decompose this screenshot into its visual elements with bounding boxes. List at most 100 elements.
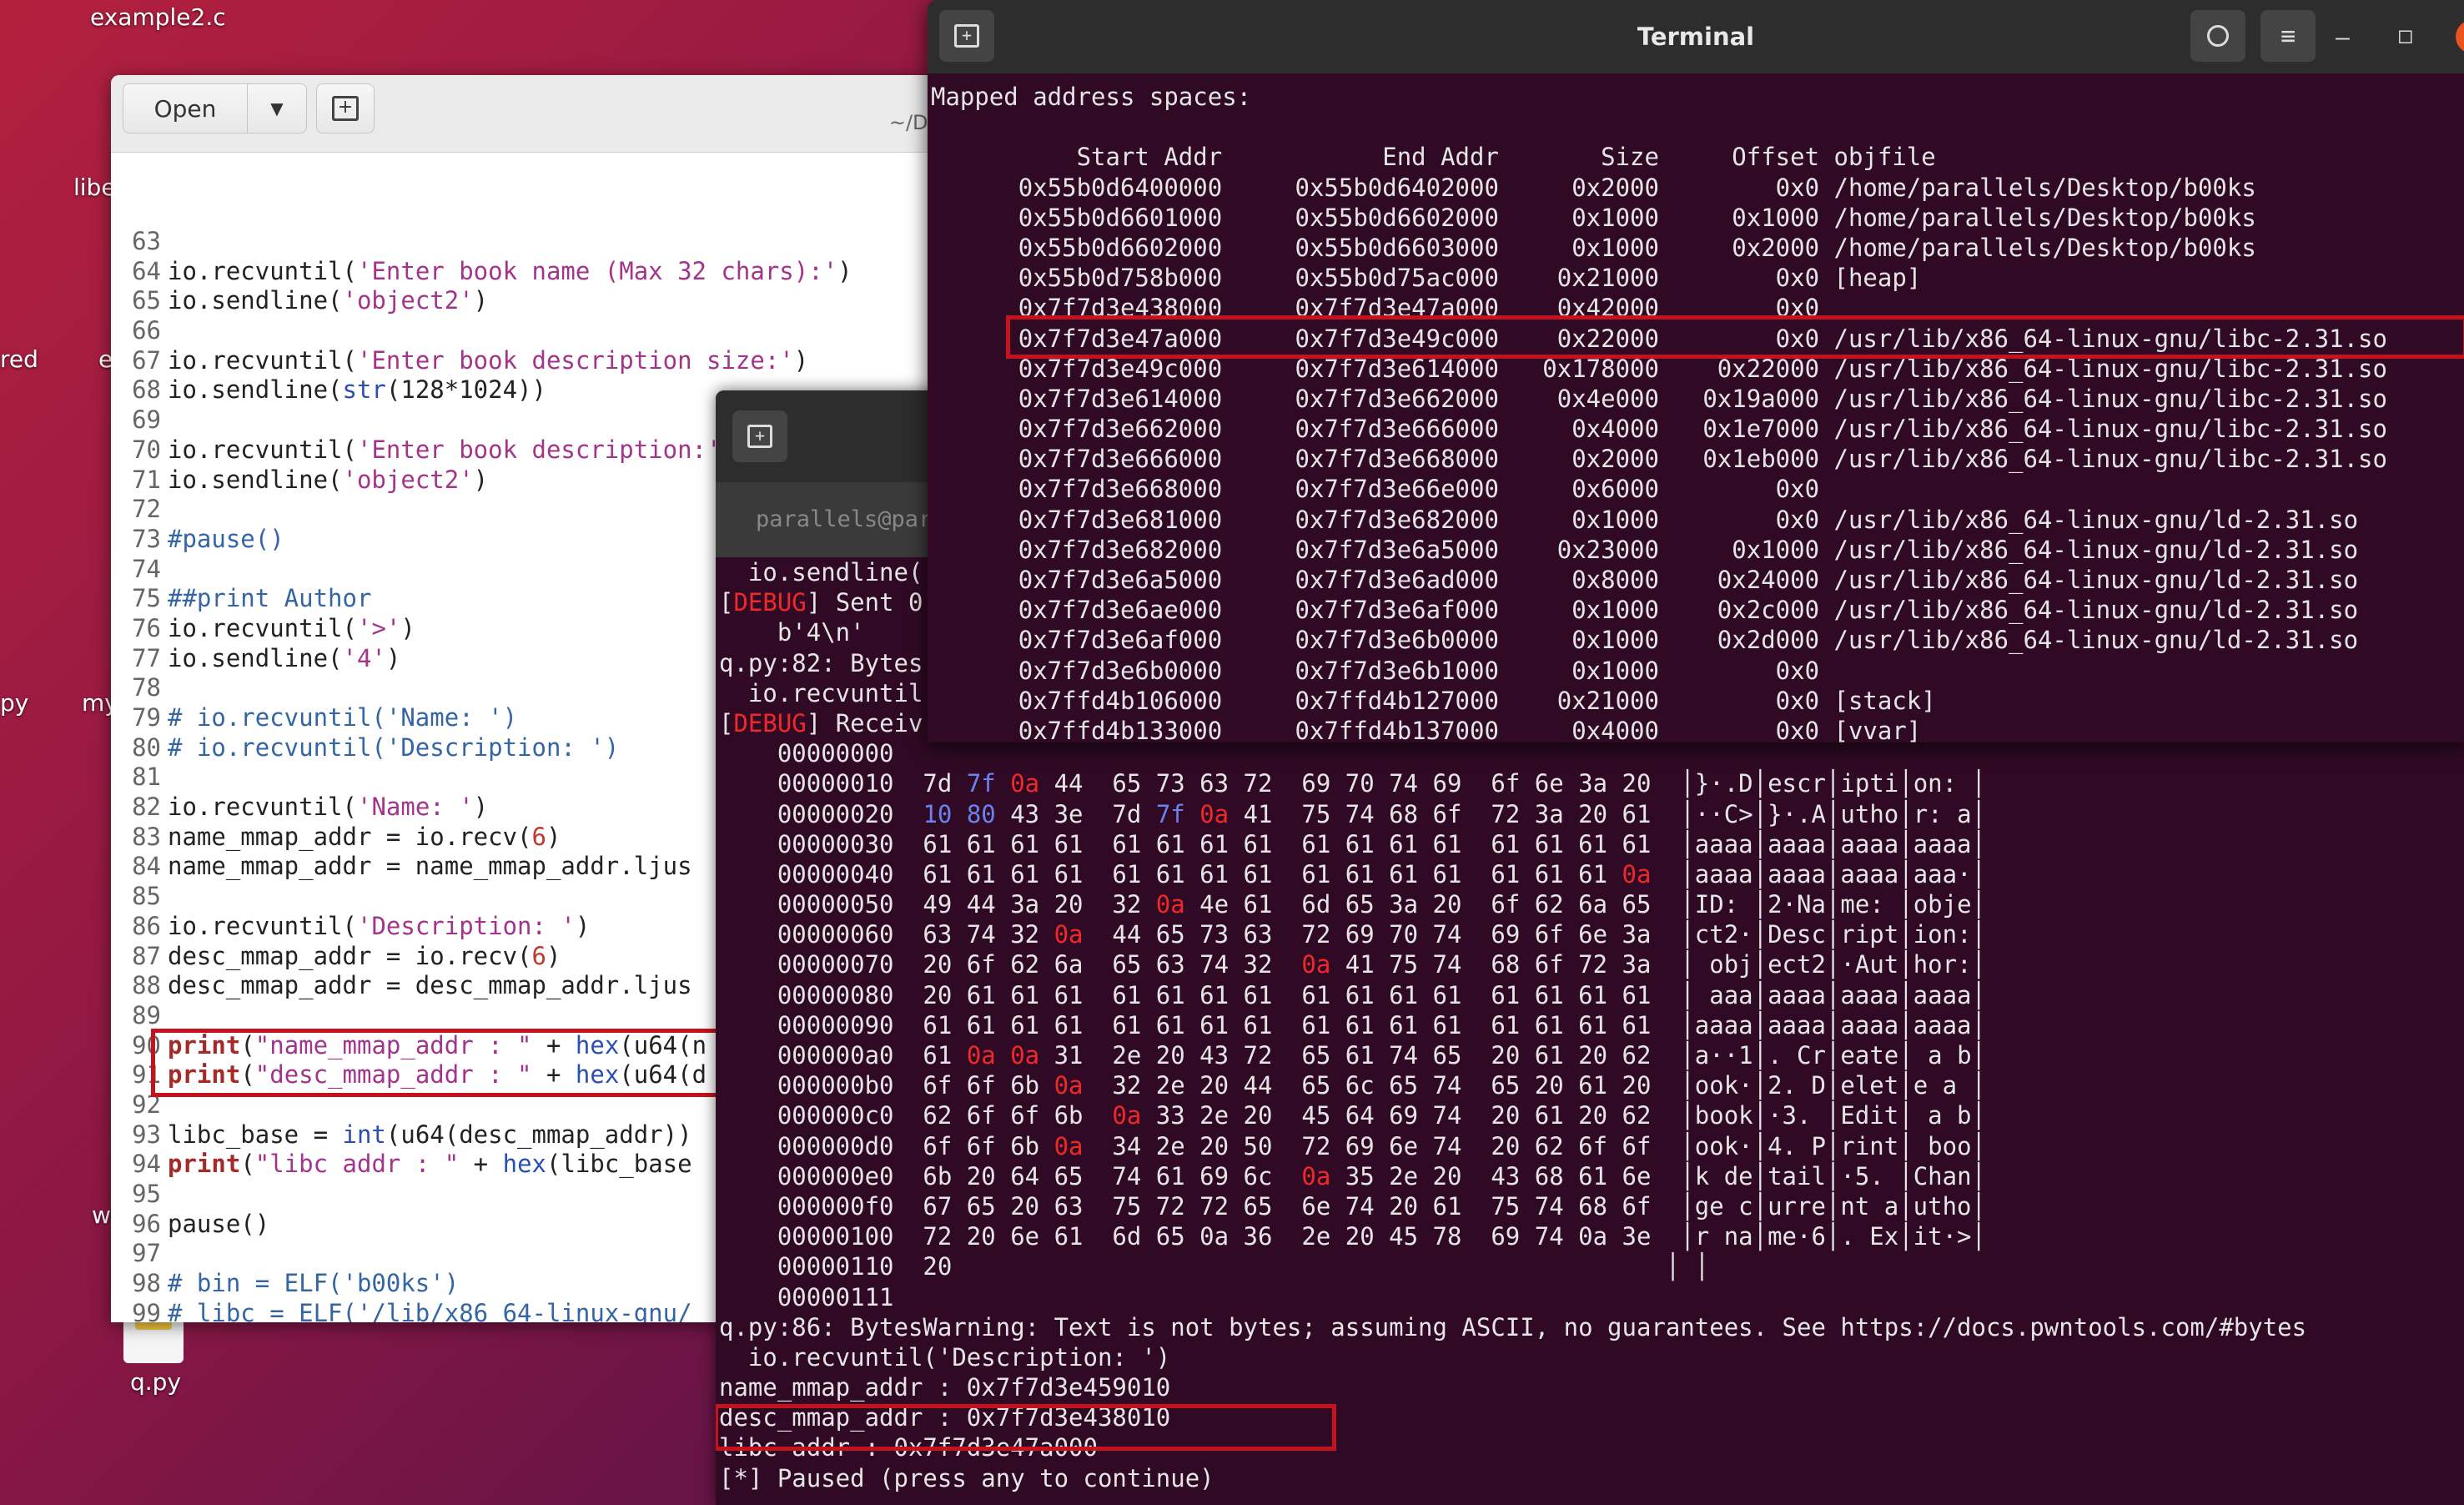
terminal-line: Start Addr End Addr Size Offset objfile xyxy=(931,143,1936,172)
code-text: io.sendline('4') xyxy=(168,643,401,672)
line-number: 84 xyxy=(132,852,161,881)
terminal-front-header: + Terminal ≡ – □ xyxy=(928,0,2464,73)
code-text: desc_mmap_addr = io.recv(6) xyxy=(168,941,561,970)
line-number: 88 xyxy=(132,971,161,1000)
terminal-line: 00000020 10 80 43 3e 7d 7f 0a 41 75 74 6… xyxy=(719,799,1987,828)
line-number: 68 xyxy=(132,375,161,405)
terminal-line: 000000d0 6f 6f 6b 0a 34 2e 20 50 72 69 6… xyxy=(719,1131,1986,1160)
terminal-line: 0x7ffd4b133000 0x7ffd4b137000 0x4000 0x0… xyxy=(931,716,1922,742)
line-number: 69 xyxy=(132,405,161,435)
code-text: io.sendline(str(128*1024)) xyxy=(168,375,546,405)
code-text: # io.recvuntil('Description: ') xyxy=(168,732,620,762)
terminal-line: 000000c0 62 6f 6f 6b 0a 33 2e 20 45 64 6… xyxy=(719,1101,1986,1130)
minimize-icon[interactable]: – xyxy=(2336,23,2350,51)
desktop-file-qpy[interactable]: q.py xyxy=(130,1368,181,1396)
code-text: io.recvuntil('Name: ') xyxy=(168,793,489,822)
terminal-line: 00000030 61 61 61 61 61 61 61 61 61 61 6… xyxy=(719,829,1986,858)
new-tab-icon: + xyxy=(332,96,359,121)
code-line: 63 xyxy=(111,227,1012,257)
terminal-line: 0x55b0d6400000 0x55b0d6402000 0x2000 0x0… xyxy=(931,173,2256,202)
code-text: name_mmap_addr = name_mmap_addr.ljus xyxy=(168,852,692,881)
code-text: io.recvuntil('>') xyxy=(168,613,415,642)
line-number: 64 xyxy=(132,256,161,285)
code-line: 67 io.recvuntil('Enter book description s… xyxy=(111,346,1012,376)
terminal-line: 00000070 20 6f 62 6a 65 63 74 32 0a 41 7… xyxy=(719,950,1986,979)
line-number: 66 xyxy=(132,316,161,345)
maximize-icon[interactable]: □ xyxy=(2399,23,2412,48)
menu-button[interactable]: ≡ xyxy=(2260,10,2316,62)
terminal-line: 0x7f7d3e614000 0x7f7d3e662000 0x4e000 0x… xyxy=(931,384,2387,413)
terminal-line: name_mmap_addr : 0x7f7d3e459010 xyxy=(719,1373,1171,1402)
code-text: io.recvuntil('Enter book name (Max 32 ch… xyxy=(168,256,852,285)
line-number: 70 xyxy=(132,435,161,464)
code-text: desc_mmap_addr = desc_mmap_addr.ljus xyxy=(168,971,692,1000)
line-number: 77 xyxy=(132,643,161,672)
search-icon xyxy=(2207,25,2229,47)
desktop-file-example2c[interactable]: example2.c xyxy=(90,3,226,31)
open-dropdown-button[interactable]: ▼ xyxy=(247,83,307,133)
gedit-header: Open ▼ + q.py ~/Desktop xyxy=(111,75,1012,153)
terminal-line: 0x7f7d3e668000 0x7f7d3e66e000 0x6000 0x0 xyxy=(931,475,1820,504)
terminal-front-window: + Terminal ≡ – □ Mapped address spaces: … xyxy=(928,0,2464,742)
line-number: 72 xyxy=(132,495,161,524)
code-text: # bin = ELF('b00ks') xyxy=(168,1269,460,1298)
terminal-line: 0x7f7d3e6a5000 0x7f7d3e6ad000 0x8000 0x2… xyxy=(931,566,2359,594)
line-number: 75 xyxy=(132,584,161,613)
terminal-line: 0x7f7d3e681000 0x7f7d3e682000 0x1000 0x0… xyxy=(931,505,2359,534)
line-number: 71 xyxy=(132,465,161,494)
hamburger-menu-icon: ≡ xyxy=(2280,21,2296,51)
terminal-line: 0x7f7d3e666000 0x7f7d3e668000 0x2000 0x1… xyxy=(931,445,2387,474)
desktop-label-w: w xyxy=(92,1201,111,1229)
line-number: 65 xyxy=(132,286,161,315)
terminal-line: 0x7ffd4b106000 0x7ffd4b127000 0x21000 0x… xyxy=(931,686,1936,715)
new-tab-button[interactable]: + xyxy=(732,410,787,462)
code-text: ##print Author xyxy=(168,584,372,613)
code-text: io.recvuntil('Description: ') xyxy=(168,911,591,940)
chevron-down-icon: ▼ xyxy=(270,98,284,118)
terminal-line: 0x7f7d3e682000 0x7f7d3e6a5000 0x23000 0x… xyxy=(931,535,2359,564)
code-text: # libc = ELF('/lib/x86_64-linux-gnu/ xyxy=(168,1298,692,1322)
terminal-line: 00000060 63 74 32 0a 44 65 73 63 72 69 7… xyxy=(719,920,1986,949)
terminal-line: 0x7f7d3e6af000 0x7f7d3e6b0000 0x1000 0x2… xyxy=(931,626,2359,655)
line-number: 82 xyxy=(132,793,161,822)
terminal-line: 00000110 20 │ │ xyxy=(719,1252,1710,1281)
code-text: io.sendline('object2') xyxy=(168,286,489,315)
code-line: 66 xyxy=(111,316,1012,346)
terminal-line: Mapped address spaces: xyxy=(931,83,1252,111)
terminal-line: q.py:86: BytesWarning: Text is not bytes… xyxy=(719,1312,2307,1341)
terminal-line: 000000f0 67 65 20 63 75 72 72 65 6e 74 2… xyxy=(719,1191,1986,1221)
desktop-label-libe: libe xyxy=(73,174,116,201)
line-number: 63 xyxy=(132,227,161,255)
open-button[interactable]: Open xyxy=(123,83,248,133)
code-line: 64 io.recvuntil('Enter book name (Max 32 … xyxy=(111,257,1012,287)
desktop-label-red: red xyxy=(0,345,38,373)
terminal-line: 000000a0 61 0a 0a 31 2e 20 43 72 65 61 7… xyxy=(719,1041,1986,1070)
code-text: io.sendline('object2') xyxy=(168,465,489,494)
code-text: io.recvuntil('Enter book description siz… xyxy=(168,345,809,375)
line-number: 80 xyxy=(132,732,161,762)
terminal-line: io.recvuntil('Description: ') xyxy=(719,1342,1171,1372)
line-number: 87 xyxy=(132,941,161,970)
new-tab-button[interactable]: + xyxy=(316,83,375,133)
search-button[interactable] xyxy=(2190,10,2245,62)
terminal-line: 000000e0 6b 20 64 65 74 61 69 6c 0a 35 2… xyxy=(719,1161,1986,1190)
highlight-libc-mapping xyxy=(1006,315,2464,359)
line-number: 93 xyxy=(132,1120,161,1149)
terminal-line: 000000b0 6f 6f 6b 0a 32 2e 20 44 65 6c 6… xyxy=(719,1071,1986,1100)
terminal-line: 00000000 xyxy=(719,739,894,768)
line-number: 97 xyxy=(132,1239,161,1268)
terminal-line: 0x7f7d3e6b0000 0x7f7d3e6b1000 0x1000 0x0 xyxy=(931,656,1820,685)
terminal-front-output[interactable]: Mapped address spaces: Start Addr End Ad… xyxy=(928,73,2464,742)
terminal-line: 0x55b0d758b000 0x55b0d75ac000 0x21000 0x… xyxy=(931,264,1922,293)
line-number: 89 xyxy=(132,1000,161,1029)
terminal-line: 00000040 61 61 61 61 61 61 61 61 61 61 6… xyxy=(719,859,1986,888)
code-text: pause() xyxy=(168,1209,270,1238)
terminal-line: 00000050 49 44 3a 20 32 0a 4e 61 6d 65 3… xyxy=(719,890,1986,919)
terminal-line: 0x55b0d6601000 0x55b0d6602000 0x1000 0x1… xyxy=(931,203,2256,232)
line-number: 76 xyxy=(132,613,161,642)
code-text: name_mmap_addr = io.recv(6) xyxy=(168,822,561,851)
highlight-libc-addr xyxy=(716,1404,1336,1451)
new-tab-icon: + xyxy=(747,425,772,448)
code-text: # io.recvuntil('Name: ') xyxy=(168,703,518,732)
